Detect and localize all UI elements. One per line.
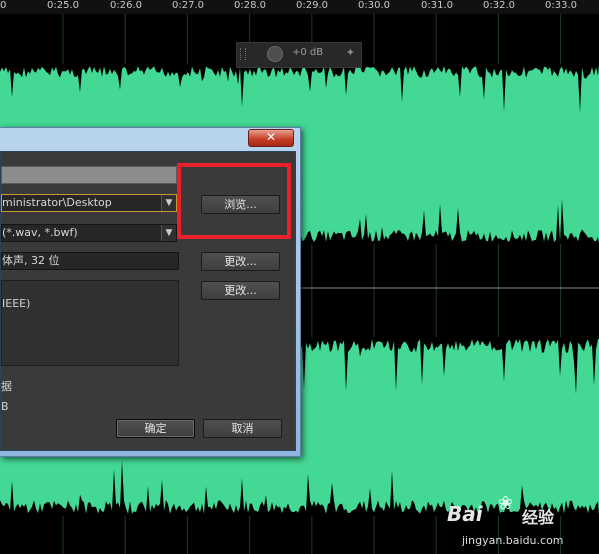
brand-left: Bai	[447, 502, 483, 526]
time-tick: 0:25.0	[47, 0, 79, 11]
drag-handle[interactable]	[240, 48, 246, 60]
time-tick: 0:32.0	[483, 0, 515, 11]
location-value: ministrator\Desktop	[2, 196, 112, 209]
time-tick: 0:30.0	[358, 0, 390, 11]
time-tick: 0	[0, 0, 7, 11]
change-format-settings-button[interactable]: 更改...	[201, 281, 280, 300]
format-value: (*.wav, *.bwf)	[2, 226, 78, 239]
time-tick: 0:26.0	[110, 0, 142, 11]
annotation-highlight-box	[177, 163, 291, 239]
chevron-down-icon[interactable]: ▼	[161, 195, 176, 211]
format-settings-box: IEEE)	[1, 280, 179, 366]
filename-field[interactable]	[1, 166, 177, 184]
location-dropdown[interactable]: ministrator\Desktop ▼	[1, 194, 177, 212]
time-tick: 0:31.0	[421, 0, 453, 11]
pin-icon[interactable]: ✦	[346, 46, 355, 59]
sample-type-field: 体声, 32 位	[1, 252, 179, 270]
volume-knob[interactable]	[267, 46, 283, 62]
change-sample-type-button[interactable]: 更改...	[201, 252, 280, 271]
ok-button[interactable]: 确定	[116, 419, 195, 438]
format-settings-text: IEEE)	[2, 297, 31, 310]
gain-hud[interactable]: +0 dB ✦	[236, 42, 362, 68]
cancel-button[interactable]: 取消	[203, 419, 282, 438]
timeline-ruler[interactable]: 0 0:25.0 0:26.0 0:27.0 0:28.0 0:29.0 0:3…	[0, 0, 599, 14]
format-dropdown[interactable]: (*.wav, *.bwf) ▼	[1, 224, 177, 242]
brand-right: 经验	[522, 508, 555, 527]
chevron-down-icon[interactable]: ▼	[161, 225, 176, 241]
metadata-label: 据	[1, 380, 12, 393]
paw-icon: ❀	[498, 493, 514, 514]
close-button[interactable]: ✕	[248, 129, 294, 147]
time-tick: 0:28.0	[234, 0, 266, 11]
time-tick: 0:27.0	[172, 0, 204, 11]
gain-readout: +0 dB	[292, 47, 324, 58]
baidu-jingyan-logo: Bai ❀ 经验	[447, 492, 597, 532]
file-size-label: B	[1, 400, 9, 413]
watermark-url: jingyan.baidu.com	[462, 534, 564, 547]
time-tick: 0:33.0	[545, 0, 577, 11]
time-tick: 0:29.0	[296, 0, 328, 11]
